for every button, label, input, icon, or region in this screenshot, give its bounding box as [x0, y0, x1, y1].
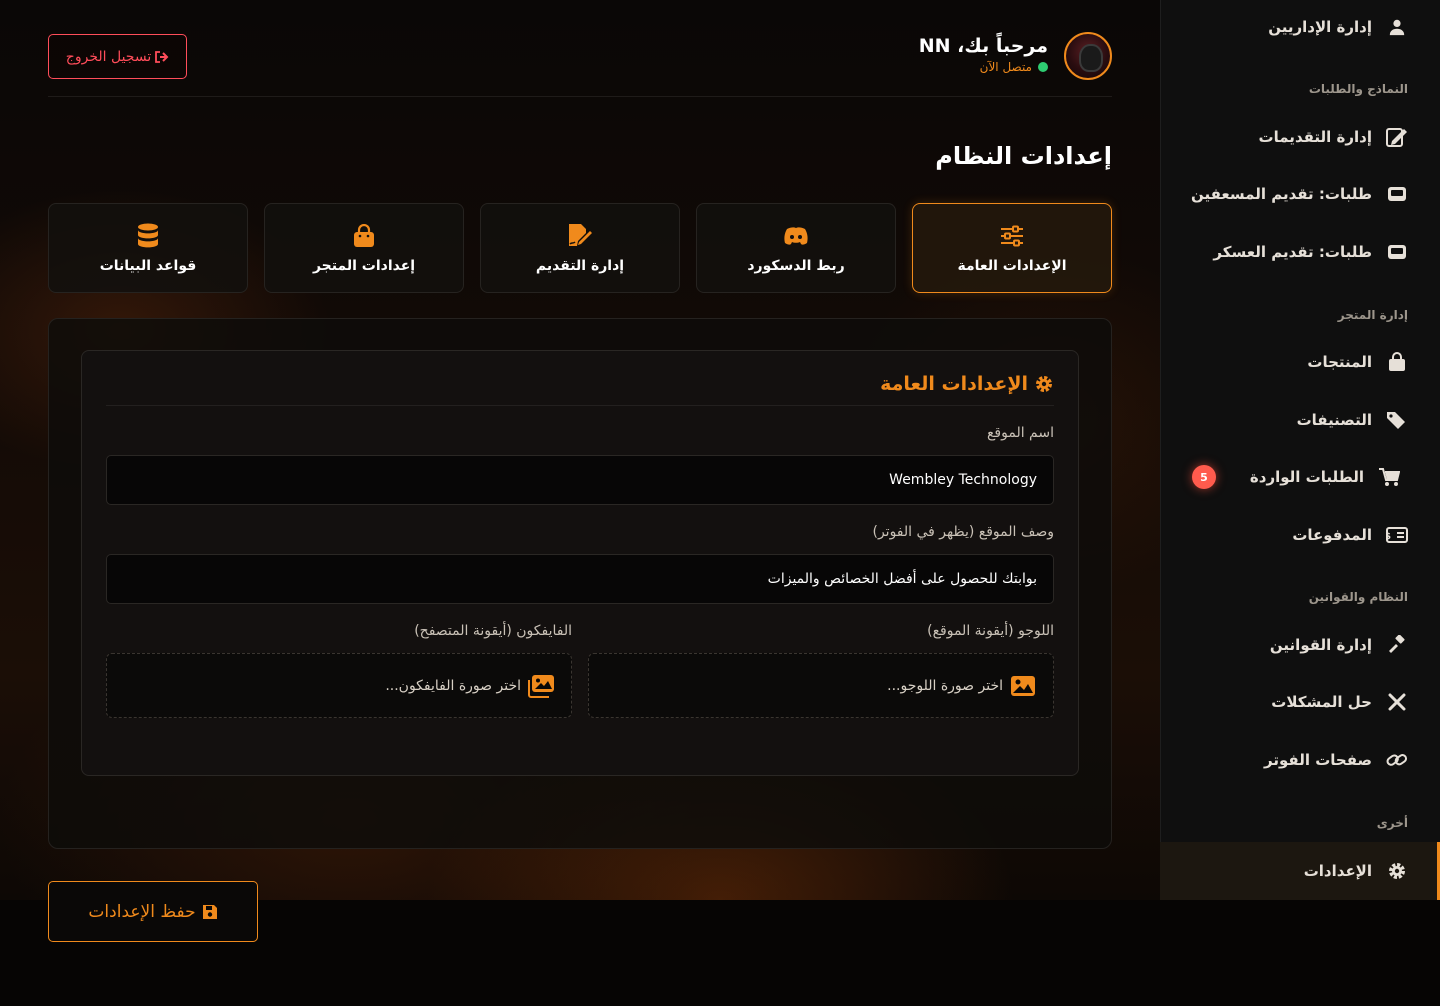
sidebar-item-footer-pages[interactable]: صفحات الفوتر	[1160, 740, 1440, 780]
sidebar-item-orders[interactable]: الطلبات الواردة 5	[1160, 457, 1440, 497]
edit-document-icon	[1386, 126, 1408, 148]
sidebar-item-admins[interactable]: إدارة الإداريين	[1160, 7, 1440, 47]
sidebar-item-label: حل المشكلات	[1271, 693, 1372, 711]
logout-button[interactable]: تسجيل الخروج	[48, 34, 187, 79]
logo-label: اللوجو (أيقونة الموقع)	[927, 623, 1054, 639]
favicon-upload[interactable]: اختر صورة الفايفكون...	[106, 653, 572, 718]
logo-upload[interactable]: اختر صورة اللوجو...	[588, 653, 1054, 718]
sidebar-item-medic-requests[interactable]: طلبات: تقديم المسعفين	[1160, 174, 1440, 214]
tab-label: الإعدادات العامة	[957, 258, 1067, 274]
database-icon	[134, 222, 162, 250]
gavel-icon	[1386, 634, 1408, 656]
sidebar-item-label: الإعدادات	[1303, 862, 1372, 880]
logout-label: تسجيل الخروج	[65, 48, 152, 65]
header-divider	[48, 96, 1112, 97]
sidebar-item-label: إدارة القوانين	[1269, 636, 1372, 654]
sidebar-item-label: المدفوعات	[1292, 526, 1372, 544]
sidebar-item-label: طلبات: تقديم المسعفين	[1191, 185, 1372, 203]
shopping-bag-icon	[350, 222, 378, 250]
sidebar-item-label: إدارة التقديمات	[1258, 128, 1372, 146]
sidebar-item-military-requests[interactable]: طلبات: تقديم العسكر	[1160, 232, 1440, 272]
shopping-bag-icon	[1386, 351, 1408, 373]
sidebar-item-rules[interactable]: إدارة القوانين	[1160, 625, 1440, 665]
tab-applications[interactable]: إدارة التقديم	[480, 203, 680, 293]
sidebar-item-troubleshoot[interactable]: حل المشكلات	[1160, 682, 1440, 722]
sidebar-section-rules: النظام والقوانين	[1308, 590, 1408, 604]
logo-upload-text: اختر صورة اللوجو...	[887, 677, 1003, 694]
tab-label: ربط الدسكورد	[747, 258, 845, 274]
sidebar-item-products[interactable]: المنتجات	[1160, 342, 1440, 382]
sidebar-item-label: الطلبات الواردة	[1249, 468, 1364, 486]
page-title: إعدادات النظام	[935, 142, 1112, 170]
tools-icon	[1386, 691, 1408, 713]
favicon-upload-text: اختر صورة الفايفكون...	[385, 677, 521, 694]
user-icon	[1386, 16, 1408, 38]
inbox-icon	[1386, 183, 1408, 205]
save-settings-label: حفظ الإعدادات	[88, 901, 196, 922]
sidebar-item-categories[interactable]: التصنيفات	[1160, 400, 1440, 440]
svg-text:$: $	[1386, 532, 1391, 542]
sidebar-item-label: المنتجات	[1307, 353, 1372, 371]
sidebar-section-forms: النماذج والطلبات	[1308, 82, 1408, 96]
site-name-label: اسم الموقع	[986, 425, 1054, 441]
orders-count-badge: 5	[1192, 465, 1216, 489]
status-text: متصل الآن	[979, 60, 1032, 74]
tab-label: قواعد البيانات	[99, 258, 197, 274]
section-title-text: الإعدادات العامة	[880, 373, 1028, 395]
tab-label: إعدادات المتجر	[312, 258, 416, 274]
favicon-label: الفايفكون (أيقونة المتصفح)	[414, 623, 572, 639]
sidebar-item-label: صفحات الفوتر	[1264, 751, 1372, 769]
cart-icon	[1378, 466, 1400, 488]
sidebar-item-label: التصنيفات	[1296, 411, 1372, 429]
tab-label: إدارة التقديم	[535, 258, 625, 274]
sidebar-section-other: أخرى	[1376, 816, 1408, 830]
gear-icon	[1386, 860, 1408, 882]
tab-store-settings[interactable]: إعدادات المتجر	[264, 203, 464, 293]
site-description-label: وصف الموقع (يظهر في الفوتر)	[872, 524, 1054, 540]
money-bill-icon: $	[1386, 524, 1408, 546]
file-signature-icon	[566, 222, 594, 250]
online-status: متصل الآن	[980, 60, 1048, 74]
gear-icon	[1034, 374, 1054, 394]
site-description-input[interactable]: بوابتك للحصول على أفضل الخصائص والميزات	[106, 554, 1054, 604]
save-icon	[202, 904, 218, 920]
sidebar-item-settings[interactable]: الإعدادات	[1160, 842, 1440, 900]
image-icon	[1009, 674, 1037, 698]
sidebar-item-label: طلبات: تقديم العسكر	[1213, 243, 1372, 261]
avatar[interactable]	[1064, 32, 1112, 80]
section-title: الإعدادات العامة	[880, 373, 1054, 395]
online-dot-icon	[1038, 62, 1048, 72]
tab-discord[interactable]: ربط الدسكورد	[696, 203, 896, 293]
sidebar-section-store: إدارة المتجر	[1337, 308, 1408, 322]
sign-out-icon	[155, 50, 169, 63]
discord-icon	[782, 222, 810, 250]
sliders-icon	[998, 222, 1026, 250]
tab-general-settings[interactable]: الإعدادات العامة	[912, 203, 1112, 293]
images-icon	[527, 674, 555, 698]
sidebar-item-applications[interactable]: إدارة التقديمات	[1160, 117, 1440, 157]
tab-database[interactable]: قواعد البيانات	[48, 203, 248, 293]
inbox-icon	[1386, 241, 1408, 263]
link-icon	[1386, 749, 1408, 771]
welcome-text: مرحباً بك، NN	[918, 35, 1048, 57]
site-name-input[interactable]: Wembley Technology	[106, 455, 1054, 505]
save-settings-button[interactable]: حفظ الإعدادات	[48, 881, 258, 942]
sidebar-item-payments[interactable]: $ المدفوعات	[1160, 515, 1440, 555]
sidebar: إدارة الإداريين النماذج والطلبات إدارة ا…	[1160, 0, 1440, 900]
sidebar-item-label: إدارة الإداريين	[1268, 18, 1372, 36]
section-divider	[106, 405, 1054, 406]
tags-icon	[1386, 409, 1408, 431]
